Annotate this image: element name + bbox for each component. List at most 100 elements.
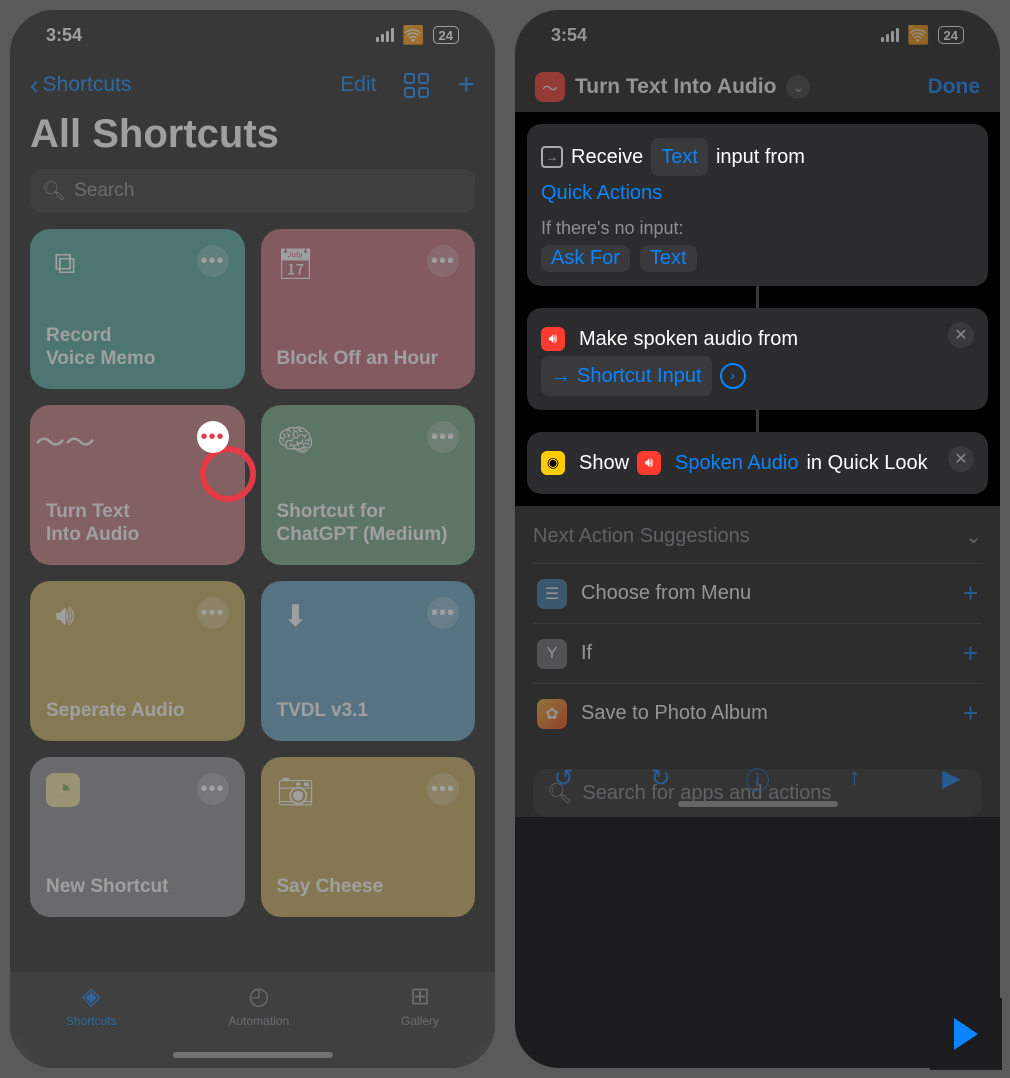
undo-button[interactable]: ↺: [547, 761, 581, 795]
nav-bar: ‹ Shortcuts Edit +: [10, 60, 495, 104]
shortcut-tile[interactable]: ◔ ••• New Shortcut: [30, 757, 245, 917]
tile-more-button[interactable]: •••: [427, 597, 459, 629]
tile-label: Say Cheese: [277, 875, 460, 899]
speaker-icon: 🔊︎: [541, 327, 565, 351]
tab-gallery[interactable]: ⊞Gallery: [401, 982, 439, 1028]
remove-action-button[interactable]: ✕: [948, 322, 974, 348]
chevron-down-icon[interactable]: ⌄: [965, 524, 982, 549]
speaker-icon: 🔊︎: [637, 451, 661, 475]
battery-icon: 24: [938, 26, 964, 44]
disclosure-arrow-icon[interactable]: ›: [720, 363, 746, 389]
redo-button[interactable]: ↻: [644, 761, 678, 795]
info-button[interactable]: ⓘ: [741, 761, 775, 795]
status-time: 3:54: [551, 25, 587, 46]
battery-icon: 24: [433, 26, 459, 44]
tile-label: New Shortcut: [46, 875, 229, 899]
tile-label: Turn Text Into Audio: [46, 500, 229, 548]
shortcut-tile[interactable]: 🧠︎ ••• Shortcut for ChatGPT (Medium): [261, 405, 476, 565]
suggestion-item[interactable]: ☰Choose from Menu +: [533, 563, 982, 623]
next-action-suggestions: Next Action Suggestions ⌄ ☰Choose from M…: [515, 506, 1000, 751]
edit-button[interactable]: Edit: [340, 73, 376, 97]
tile-label: Record Voice Memo: [46, 324, 229, 372]
spoken-audio-token[interactable]: Spoken Audio: [675, 446, 798, 480]
branch-icon: Y: [537, 639, 567, 669]
tile-more-button[interactable]: •••: [427, 421, 459, 453]
tile-more-button[interactable]: •••: [427, 245, 459, 277]
shortcut-app-icon: 〜: [535, 72, 565, 102]
layout-grid-icon[interactable]: [404, 73, 429, 98]
signal-icon: [881, 28, 900, 42]
source-token[interactable]: Quick Actions: [541, 176, 662, 210]
action-receive-input[interactable]: → Receive Text input from Quick Actions …: [527, 124, 988, 286]
eye-icon: ◉: [541, 451, 565, 475]
right-screen: 3:54 ︎🛜 24 〜 Turn Text Into Audio ⌄ Done…: [515, 10, 1000, 1068]
run-button[interactable]: ▶: [935, 761, 969, 795]
text: input from: [716, 140, 805, 174]
menu-icon: ☰: [537, 579, 567, 609]
share-button[interactable]: ↑: [838, 761, 872, 795]
tile-more-button[interactable]: •••: [197, 245, 229, 277]
chevron-down-icon[interactable]: ⌄: [786, 75, 810, 99]
camera-icon: 📷︎: [277, 773, 315, 811]
input-icon: →: [541, 146, 563, 168]
add-suggestion-button[interactable]: +: [963, 578, 978, 609]
shortcut-tile[interactable]: 🔊︎••• Seperate Audio: [30, 581, 245, 741]
status-bar: 3:54 ︎🛜 24: [515, 10, 1000, 60]
shortcut-tile[interactable]: ⬇︎ ••• TVDL v3.1: [261, 581, 476, 741]
search-icon: 🔍︎: [42, 179, 66, 203]
tab-automation[interactable]: ◴Automation: [228, 982, 289, 1028]
no-input-label: If there's no input:: [541, 218, 974, 239]
input-type-token[interactable]: Text: [651, 138, 708, 176]
tile-label: TVDL v3.1: [277, 699, 460, 723]
tile-label: Shortcut for ChatGPT (Medium): [277, 500, 460, 548]
suggestion-item[interactable]: YIf +: [533, 623, 982, 683]
suggestion-item[interactable]: ✿Save to Photo Album +: [533, 683, 982, 743]
done-button[interactable]: Done: [928, 75, 981, 99]
tile-more-button[interactable]: •••: [197, 597, 229, 629]
ask-for-type-token[interactable]: Text: [640, 245, 697, 272]
download-icon: ⬇︎: [277, 597, 315, 635]
actions-list: → Receive Text input from Quick Actions …: [515, 112, 1000, 506]
add-suggestion-button[interactable]: +: [963, 698, 978, 729]
home-indicator: [173, 1052, 333, 1058]
layers-icon: ◈: [82, 982, 100, 1011]
add-suggestion-button[interactable]: +: [963, 638, 978, 669]
status-icons: ︎🛜 24: [376, 25, 459, 46]
text: in Quick Look: [806, 446, 927, 480]
search-input[interactable]: 🔍︎ Search: [30, 169, 475, 213]
play-icon: [954, 1018, 978, 1050]
wifi-icon: ︎🛜: [402, 25, 424, 46]
editor-header: 〜 Turn Text Into Audio ⌄ Done: [515, 60, 1000, 112]
tile-more-button-highlighted[interactable]: •••: [197, 421, 229, 453]
shortcut-input-token[interactable]: → Shortcut Input: [541, 356, 712, 396]
search-placeholder: Search: [74, 180, 134, 202]
home-indicator: [678, 801, 838, 807]
gallery-icon: ⊞: [410, 982, 430, 1011]
back-button[interactable]: ‹ Shortcuts: [30, 70, 131, 101]
connector-line: [756, 286, 759, 308]
text: Show: [579, 446, 629, 480]
shortcut-title[interactable]: Turn Text Into Audio: [575, 75, 776, 99]
chevron-left-icon: ‹: [30, 70, 39, 101]
overlay-play-button[interactable]: [930, 998, 1002, 1070]
brain-icon: 🧠︎: [277, 421, 315, 459]
tab-shortcuts[interactable]: ◈Shortcuts: [66, 982, 117, 1028]
shortcuts-grid: ⧉••• Record Voice Memo 📅︎••• Block Off a…: [10, 229, 495, 917]
ask-for-token[interactable]: Ask For: [541, 245, 630, 272]
input-glyph-icon: →: [551, 359, 571, 393]
action-make-spoken-audio[interactable]: ✕ 🔊︎ Make spoken audio from → Shortcut I…: [527, 308, 988, 410]
remove-action-button[interactable]: ✕: [948, 446, 974, 472]
status-icons: ︎🛜 24: [881, 25, 964, 46]
basecamp-icon: ◔: [46, 773, 80, 807]
back-label: Shortcuts: [43, 73, 132, 97]
tile-more-button[interactable]: •••: [427, 773, 459, 805]
signal-icon: [376, 28, 395, 42]
shortcut-tile[interactable]: 📷︎ ••• Say Cheese: [261, 757, 476, 917]
action-quick-look[interactable]: ✕ ◉ Show 🔊︎ Spoken Audio in Quick Look: [527, 432, 988, 494]
shortcut-tile[interactable]: ⧉••• Record Voice Memo: [30, 229, 245, 389]
add-shortcut-button[interactable]: +: [457, 68, 475, 102]
tile-more-button[interactable]: •••: [197, 773, 229, 805]
shortcut-tile[interactable]: 📅︎••• Block Off an Hour: [261, 229, 476, 389]
wifi-icon: ︎🛜: [907, 25, 929, 46]
status-time: 3:54: [46, 25, 82, 46]
